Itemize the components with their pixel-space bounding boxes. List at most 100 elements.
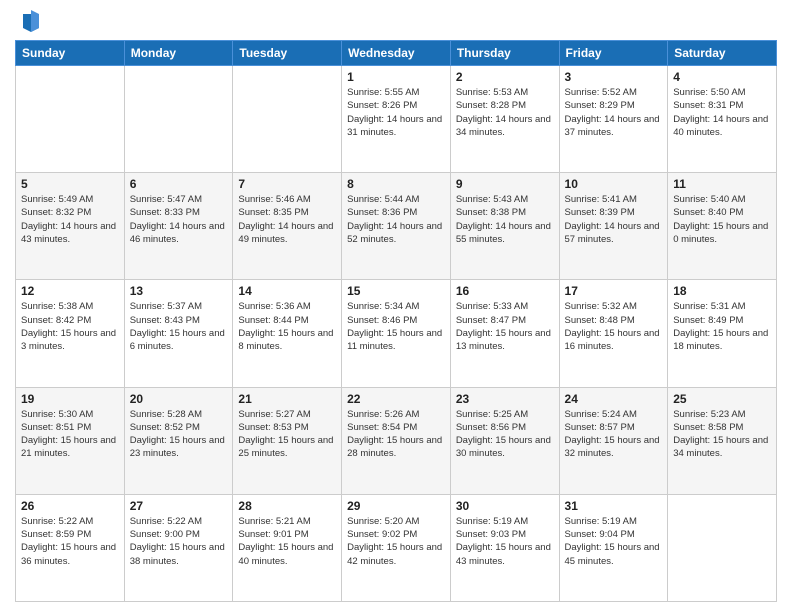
day-number: 13 <box>130 284 228 298</box>
calendar-day-cell: 8 Sunrise: 5:44 AM Sunset: 8:36 PM Daylig… <box>342 173 451 280</box>
day-info: Sunrise: 5:20 AM Sunset: 9:02 PM Dayligh… <box>347 515 445 568</box>
calendar-day-cell: 4Sunrise: 5:50 AM Sunset: 8:31 PM Daylig… <box>668 66 777 173</box>
day-number: 18 <box>673 284 771 298</box>
day-info: Sunrise: 5:40 AM Sunset: 8:40 PM Dayligh… <box>673 193 771 246</box>
day-info: Sunrise: 5:52 AM Sunset: 8:29 PM Dayligh… <box>565 86 663 139</box>
calendar-day-cell <box>233 66 342 173</box>
day-info: Sunrise: 5:38 AM Sunset: 8:42 PM Dayligh… <box>21 300 119 353</box>
day-number: 25 <box>673 392 771 406</box>
day-info: Sunrise: 5:22 AM Sunset: 8:59 PM Dayligh… <box>21 515 119 568</box>
calendar-day-header: Wednesday <box>342 41 451 66</box>
calendar-day-cell: 5 Sunrise: 5:49 AM Sunset: 8:32 PM Daylig… <box>16 173 125 280</box>
calendar-day-cell: 16 Sunrise: 5:33 AM Sunset: 8:47 PM Dayli… <box>450 280 559 387</box>
day-number: 5 <box>21 177 119 191</box>
day-number: 27 <box>130 499 228 513</box>
day-number: 4 <box>673 70 771 84</box>
day-info: Sunrise: 5:30 AM Sunset: 8:51 PM Dayligh… <box>21 408 119 461</box>
calendar-day-cell <box>16 66 125 173</box>
day-info: Sunrise: 5:55 AM Sunset: 8:26 PM Dayligh… <box>347 86 445 139</box>
calendar-day-cell <box>124 66 233 173</box>
calendar-day-cell: 13 Sunrise: 5:37 AM Sunset: 8:43 PM Dayli… <box>124 280 233 387</box>
day-number: 22 <box>347 392 445 406</box>
day-number: 7 <box>238 177 336 191</box>
day-number: 30 <box>456 499 554 513</box>
day-number: 3 <box>565 70 663 84</box>
day-number: 16 <box>456 284 554 298</box>
day-number: 12 <box>21 284 119 298</box>
calendar-day-cell: 23 Sunrise: 5:25 AM Sunset: 8:56 PM Dayli… <box>450 387 559 494</box>
calendar-week-row: 26 Sunrise: 5:22 AM Sunset: 8:59 PM Dayli… <box>16 494 777 601</box>
day-number: 23 <box>456 392 554 406</box>
day-info: Sunrise: 5:24 AM Sunset: 8:57 PM Dayligh… <box>565 408 663 461</box>
day-number: 15 <box>347 284 445 298</box>
day-number: 20 <box>130 392 228 406</box>
calendar-week-row: 5 Sunrise: 5:49 AM Sunset: 8:32 PM Daylig… <box>16 173 777 280</box>
day-number: 9 <box>456 177 554 191</box>
calendar-day-header: Sunday <box>16 41 125 66</box>
calendar-day-cell: 21 Sunrise: 5:27 AM Sunset: 8:53 PM Dayli… <box>233 387 342 494</box>
calendar-day-cell: 10Sunrise: 5:41 AM Sunset: 8:39 PM Dayli… <box>559 173 668 280</box>
calendar-day-header: Tuesday <box>233 41 342 66</box>
day-number: 26 <box>21 499 119 513</box>
day-info: Sunrise: 5:28 AM Sunset: 8:52 PM Dayligh… <box>130 408 228 461</box>
calendar-week-row: 12 Sunrise: 5:38 AM Sunset: 8:42 PM Dayli… <box>16 280 777 387</box>
logo-icon <box>21 10 41 32</box>
day-number: 17 <box>565 284 663 298</box>
day-info: Sunrise: 5:43 AM Sunset: 8:38 PM Dayligh… <box>456 193 554 246</box>
calendar-day-header: Monday <box>124 41 233 66</box>
calendar-day-cell: 14 Sunrise: 5:36 AM Sunset: 8:44 PM Dayli… <box>233 280 342 387</box>
day-info: Sunrise: 5:37 AM Sunset: 8:43 PM Dayligh… <box>130 300 228 353</box>
day-number: 14 <box>238 284 336 298</box>
calendar-day-cell: 31 Sunrise: 5:19 AM Sunset: 9:04 PM Dayli… <box>559 494 668 601</box>
day-number: 31 <box>565 499 663 513</box>
day-info: Sunrise: 5:41 AM Sunset: 8:39 PM Dayligh… <box>565 193 663 246</box>
day-number: 11 <box>673 177 771 191</box>
day-number: 2 <box>456 70 554 84</box>
calendar-day-cell: 12 Sunrise: 5:38 AM Sunset: 8:42 PM Dayli… <box>16 280 125 387</box>
calendar-header-row: SundayMondayTuesdayWednesdayThursdayFrid… <box>16 41 777 66</box>
calendar-day-cell: 2Sunrise: 5:53 AM Sunset: 8:28 PM Daylig… <box>450 66 559 173</box>
day-info: Sunrise: 5:44 AM Sunset: 8:36 PM Dayligh… <box>347 193 445 246</box>
day-number: 8 <box>347 177 445 191</box>
day-info: Sunrise: 5:19 AM Sunset: 9:04 PM Dayligh… <box>565 515 663 568</box>
calendar-day-cell: 26 Sunrise: 5:22 AM Sunset: 8:59 PM Dayli… <box>16 494 125 601</box>
logo <box>15 10 41 32</box>
day-info: Sunrise: 5:26 AM Sunset: 8:54 PM Dayligh… <box>347 408 445 461</box>
calendar-day-cell: 7 Sunrise: 5:46 AM Sunset: 8:35 PM Daylig… <box>233 173 342 280</box>
day-number: 24 <box>565 392 663 406</box>
day-info: Sunrise: 5:27 AM Sunset: 8:53 PM Dayligh… <box>238 408 336 461</box>
day-number: 21 <box>238 392 336 406</box>
calendar-day-cell: 24 Sunrise: 5:24 AM Sunset: 8:57 PM Dayli… <box>559 387 668 494</box>
calendar-day-cell: 6 Sunrise: 5:47 AM Sunset: 8:33 PM Daylig… <box>124 173 233 280</box>
calendar-table: SundayMondayTuesdayWednesdayThursdayFrid… <box>15 40 777 602</box>
calendar-day-header: Friday <box>559 41 668 66</box>
calendar-day-header: Thursday <box>450 41 559 66</box>
day-number: 19 <box>21 392 119 406</box>
calendar-day-cell: 28Sunrise: 5:21 AM Sunset: 9:01 PM Dayli… <box>233 494 342 601</box>
day-number: 29 <box>347 499 445 513</box>
page: SundayMondayTuesdayWednesdayThursdayFrid… <box>0 0 792 612</box>
header <box>15 10 777 32</box>
calendar-day-cell: 18 Sunrise: 5:31 AM Sunset: 8:49 PM Dayli… <box>668 280 777 387</box>
day-info: Sunrise: 5:31 AM Sunset: 8:49 PM Dayligh… <box>673 300 771 353</box>
day-info: Sunrise: 5:46 AM Sunset: 8:35 PM Dayligh… <box>238 193 336 246</box>
calendar-day-cell: 3 Sunrise: 5:52 AM Sunset: 8:29 PM Daylig… <box>559 66 668 173</box>
day-number: 6 <box>130 177 228 191</box>
day-info: Sunrise: 5:19 AM Sunset: 9:03 PM Dayligh… <box>456 515 554 568</box>
day-info: Sunrise: 5:49 AM Sunset: 8:32 PM Dayligh… <box>21 193 119 246</box>
day-info: Sunrise: 5:34 AM Sunset: 8:46 PM Dayligh… <box>347 300 445 353</box>
calendar-day-cell: 20 Sunrise: 5:28 AM Sunset: 8:52 PM Dayli… <box>124 387 233 494</box>
day-info: Sunrise: 5:36 AM Sunset: 8:44 PM Dayligh… <box>238 300 336 353</box>
calendar-day-cell: 9 Sunrise: 5:43 AM Sunset: 8:38 PM Daylig… <box>450 173 559 280</box>
calendar-week-row: 19 Sunrise: 5:30 AM Sunset: 8:51 PM Dayli… <box>16 387 777 494</box>
day-info: Sunrise: 5:32 AM Sunset: 8:48 PM Dayligh… <box>565 300 663 353</box>
day-info: Sunrise: 5:47 AM Sunset: 8:33 PM Dayligh… <box>130 193 228 246</box>
day-info: Sunrise: 5:25 AM Sunset: 8:56 PM Dayligh… <box>456 408 554 461</box>
calendar-day-cell: 1Sunrise: 5:55 AM Sunset: 8:26 PM Daylig… <box>342 66 451 173</box>
calendar-day-cell: 25Sunrise: 5:23 AM Sunset: 8:58 PM Dayli… <box>668 387 777 494</box>
calendar-day-cell: 11 Sunrise: 5:40 AM Sunset: 8:40 PM Dayli… <box>668 173 777 280</box>
calendar-day-cell: 30 Sunrise: 5:19 AM Sunset: 9:03 PM Dayli… <box>450 494 559 601</box>
day-info: Sunrise: 5:33 AM Sunset: 8:47 PM Dayligh… <box>456 300 554 353</box>
calendar-day-cell: 15 Sunrise: 5:34 AM Sunset: 8:46 PM Dayli… <box>342 280 451 387</box>
day-info: Sunrise: 5:21 AM Sunset: 9:01 PM Dayligh… <box>238 515 336 568</box>
